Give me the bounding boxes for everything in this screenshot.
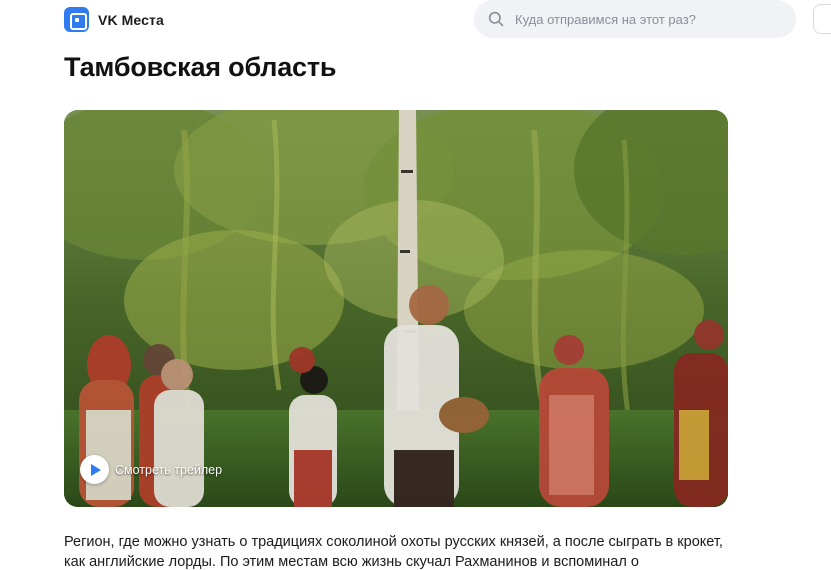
header-action-button[interactable] <box>813 4 831 34</box>
page-title: Тамбовская область <box>64 52 337 82</box>
hero-image: Смотреть трейлер <box>64 110 728 507</box>
header: VK Места <box>0 0 831 40</box>
search-input[interactable] <box>515 0 785 38</box>
page: VK Места Тамбовская область <box>0 0 831 570</box>
region-description: Регион, где можно узнать о традициях сок… <box>64 534 723 570</box>
watch-trailer-button[interactable]: Смотреть трейлер <box>80 455 222 484</box>
logo-link[interactable]: VK Места <box>64 7 164 32</box>
play-icon <box>80 455 109 484</box>
hero-photo <box>64 110 728 507</box>
logo-text: VK Места <box>98 11 164 28</box>
search-box[interactable] <box>474 0 796 38</box>
search-icon <box>488 11 504 27</box>
vk-places-logo-icon <box>64 7 89 32</box>
trailer-label: Смотреть трейлер <box>115 462 223 477</box>
